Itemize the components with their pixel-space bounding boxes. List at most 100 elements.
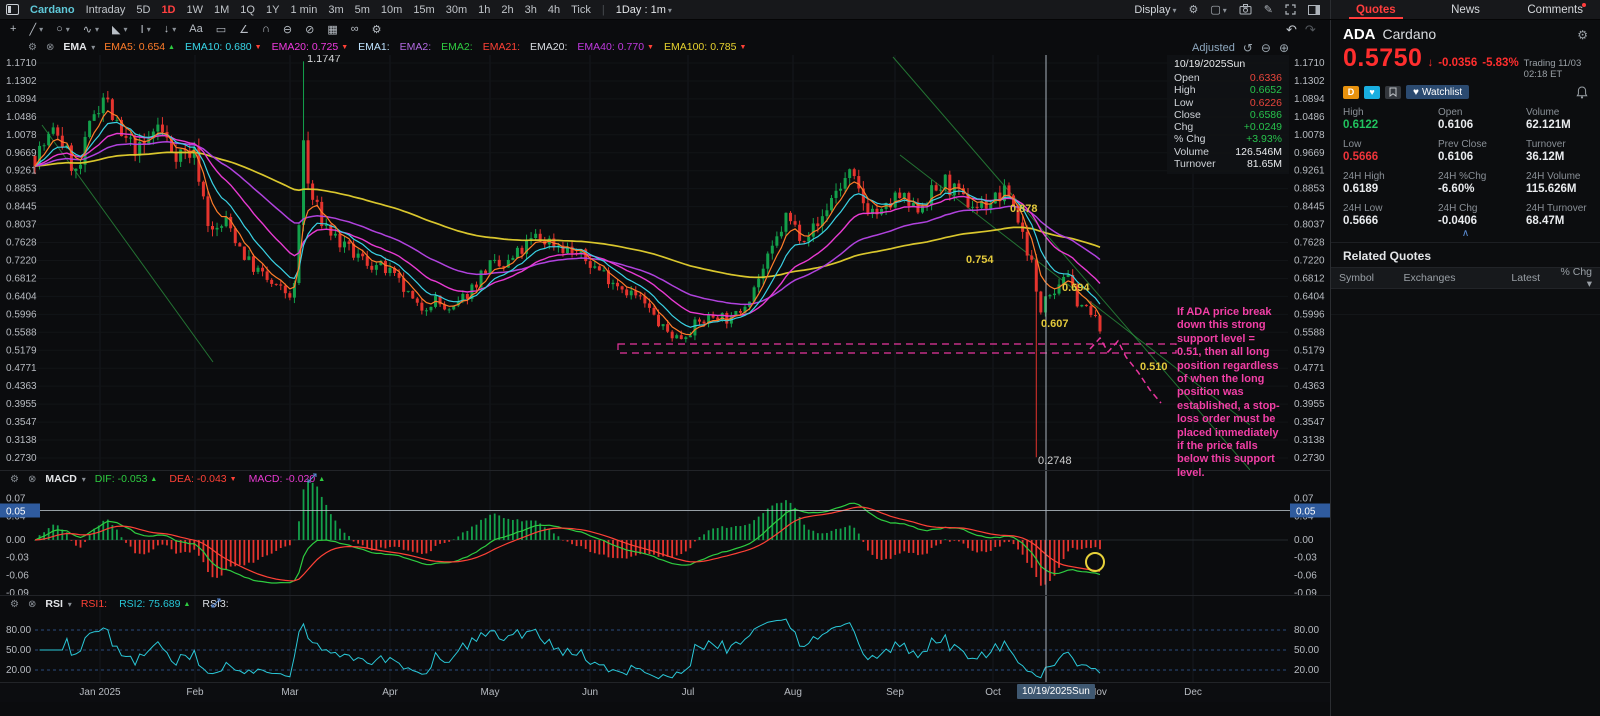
rsi-label[interactable]: RSI ▾ [45, 598, 71, 610]
wave-tool-icon[interactable]: ∿▾ [83, 23, 99, 36]
time-axis[interactable]: Jan 2025FebMarAprMayJunJulAugSepOctNovDe… [0, 682, 1330, 702]
ema-label[interactable]: EMA ▾ [63, 41, 95, 53]
ema-item-9[interactable]: EMA100:0.785▼ [664, 41, 746, 53]
timeframe-3h[interactable]: 3h [525, 4, 537, 16]
ema-close-icon[interactable]: ⊗ [46, 42, 54, 53]
zoom-in-icon[interactable]: ⊕ [1279, 41, 1289, 55]
macd-label[interactable]: MACD ▾ [45, 473, 85, 485]
chart-settings-icon[interactable]: ⚙ [1188, 3, 1198, 16]
magnet-tool-icon[interactable]: ∩ [262, 23, 270, 35]
related-col-latest[interactable]: Latest [1490, 272, 1548, 284]
timeframe-4h[interactable]: 4h [548, 4, 560, 16]
measure-tool-icon[interactable]: Ⅰ▾ [140, 23, 150, 36]
timeframe-1M[interactable]: 1M [214, 4, 229, 16]
macd-close-icon[interactable]: ⊗ [28, 474, 36, 485]
ema-item-0[interactable]: EMA5:0.654▲ [104, 41, 175, 53]
comment-tool-icon[interactable]: ▭ [216, 23, 226, 36]
related-quotes-header: SymbolExchangesLatest% Chg ▾ [1331, 267, 1600, 289]
tab-quotes[interactable]: Quotes [1331, 0, 1421, 19]
timeframe-2h[interactable]: 2h [501, 4, 513, 16]
rsi-close-icon[interactable]: ⊗ [28, 599, 36, 610]
timeframe-1W[interactable]: 1W [187, 4, 204, 16]
timeframe-1Y[interactable]: 1Y [266, 4, 279, 16]
text-tool-icon[interactable]: Aa [189, 23, 202, 35]
zoom-out-icon[interactable]: ⊖ [1261, 41, 1271, 55]
tab-comments[interactable]: Comments [1510, 0, 1600, 19]
timeframe-1D[interactable]: 1D [161, 4, 175, 16]
rsi-item-0[interactable]: RSI1: [81, 598, 107, 610]
tab-news[interactable]: News [1421, 0, 1511, 19]
right-panel-icon[interactable] [1308, 5, 1320, 15]
chevron-down-icon: ▾ [668, 6, 672, 15]
trendline-tool-icon[interactable]: ╱▾ [29, 23, 43, 36]
timeframe-Intraday[interactable]: Intraday [86, 4, 126, 16]
related-col-symbol[interactable]: Symbol [1331, 272, 1396, 284]
macd-item-1[interactable]: DEA:-0.043▼ [169, 473, 236, 485]
svg-text:0.8445: 0.8445 [1294, 202, 1325, 213]
adjusted-toggle[interactable]: Adjusted [1192, 42, 1235, 54]
timeframe-30m[interactable]: 30m [446, 4, 467, 16]
ema-item-3[interactable]: EMA1: [358, 41, 390, 53]
screenshot-icon[interactable] [1239, 4, 1252, 15]
rsi-item-1[interactable]: RSI2:75.689▲ [119, 598, 190, 610]
macd-expand-icon[interactable] [307, 473, 317, 483]
badge-d-icon[interactable]: D [1343, 86, 1359, 99]
svg-text:0.7628: 0.7628 [6, 238, 37, 249]
shape-tool-icon[interactable]: ○▾ [56, 23, 70, 35]
rsi-settings-icon[interactable]: ⚙ [10, 599, 19, 610]
timeframe-3m[interactable]: 3m [328, 4, 343, 16]
ema-item-4[interactable]: EMA2: [400, 41, 432, 53]
timeframe-5D[interactable]: 5D [136, 4, 150, 16]
period-selector[interactable]: 1Day : 1m▾ [616, 4, 672, 16]
arrow-tool-icon[interactable]: ↓▾ [164, 23, 177, 35]
order-tool-icon[interactable]: ⊖ [283, 23, 292, 36]
ema-item-2[interactable]: EMA20:0.725▼ [272, 41, 349, 53]
ema-item-7[interactable]: EMA20: [530, 41, 567, 53]
angle-tool-icon[interactable]: ∠ [239, 23, 249, 36]
alert-bell-icon[interactable] [1576, 86, 1588, 99]
symbol-tab[interactable]: Cardano [30, 4, 75, 16]
rsi-expand-icon[interactable] [211, 598, 221, 608]
fullscreen-icon[interactable] [1285, 4, 1296, 15]
layout-icon[interactable]: ▢▾ [1210, 3, 1226, 16]
move-tool-icon[interactable]: + [10, 23, 16, 35]
badge-heart-icon[interactable]: ♥ [1364, 86, 1380, 99]
related-col-exchanges[interactable]: Exchanges [1396, 272, 1491, 284]
reset-zoom-icon[interactable]: ↺ [1243, 41, 1253, 55]
timeframe-1min[interactable]: 1 min [290, 4, 317, 16]
tooltip-row: Open0.6336 [1174, 72, 1282, 84]
hide-drawings-tool-icon[interactable]: ⊘ [305, 23, 314, 36]
main-price-chart[interactable]: 1.17101.17101.13021.13021.08941.08941.04… [0, 55, 1330, 470]
timeframe-Tick[interactable]: Tick [571, 4, 591, 16]
compare-tool-icon[interactable]: ∞ [351, 23, 359, 35]
window-panel-icon[interactable] [6, 4, 19, 15]
timeframe-1Q[interactable]: 1Q [240, 4, 255, 16]
macd-item-value: -0.053 [118, 473, 148, 485]
chart-annotation-note[interactable]: If ADA price break down this strong supp… [1177, 306, 1281, 480]
collapse-stats-icon[interactable]: ∧ [1331, 228, 1600, 242]
bookmark-icon[interactable] [1385, 86, 1401, 99]
timeframe-10m[interactable]: 10m [381, 4, 402, 16]
related-col--chg[interactable]: % Chg ▾ [1548, 266, 1600, 290]
macd-settings-icon[interactable]: ⚙ [10, 474, 19, 485]
fan-tool-icon[interactable]: ◣▾ [112, 23, 127, 36]
timeframe-5m[interactable]: 5m [355, 4, 370, 16]
watchlist-button[interactable]: ♥Watchlist [1406, 85, 1469, 99]
ema-item-8[interactable]: EMA40:0.770▼ [577, 41, 654, 53]
quote-settings-icon[interactable]: ⚙ [1577, 28, 1588, 42]
ema-settings-icon[interactable]: ⚙ [28, 42, 37, 53]
svg-text:0.07: 0.07 [6, 494, 26, 505]
macd-item-0[interactable]: DIF:-0.053▲ [95, 473, 158, 485]
ema-item-5[interactable]: EMA2: [441, 41, 473, 53]
timeframe-1h[interactable]: 1h [478, 4, 490, 16]
macd-panel[interactable]: 0.070.070.040.040.000.00-0.03-0.03-0.06-… [0, 470, 1330, 595]
drawing-settings-icon[interactable]: ⚙ [372, 23, 382, 36]
undo-icon[interactable]: ↶ [1286, 22, 1297, 37]
delete-drawings-tool-icon[interactable]: ▦ [327, 23, 337, 36]
display-menu[interactable]: Display▾ [1134, 4, 1176, 16]
pencil-icon[interactable]: ✎ [1264, 3, 1273, 16]
ema-item-6[interactable]: EMA21: [483, 41, 520, 53]
ema-item-1[interactable]: EMA10:0.680▼ [185, 41, 262, 53]
redo-icon[interactable]: ↷ [1305, 22, 1316, 37]
timeframe-15m[interactable]: 15m [413, 4, 434, 16]
